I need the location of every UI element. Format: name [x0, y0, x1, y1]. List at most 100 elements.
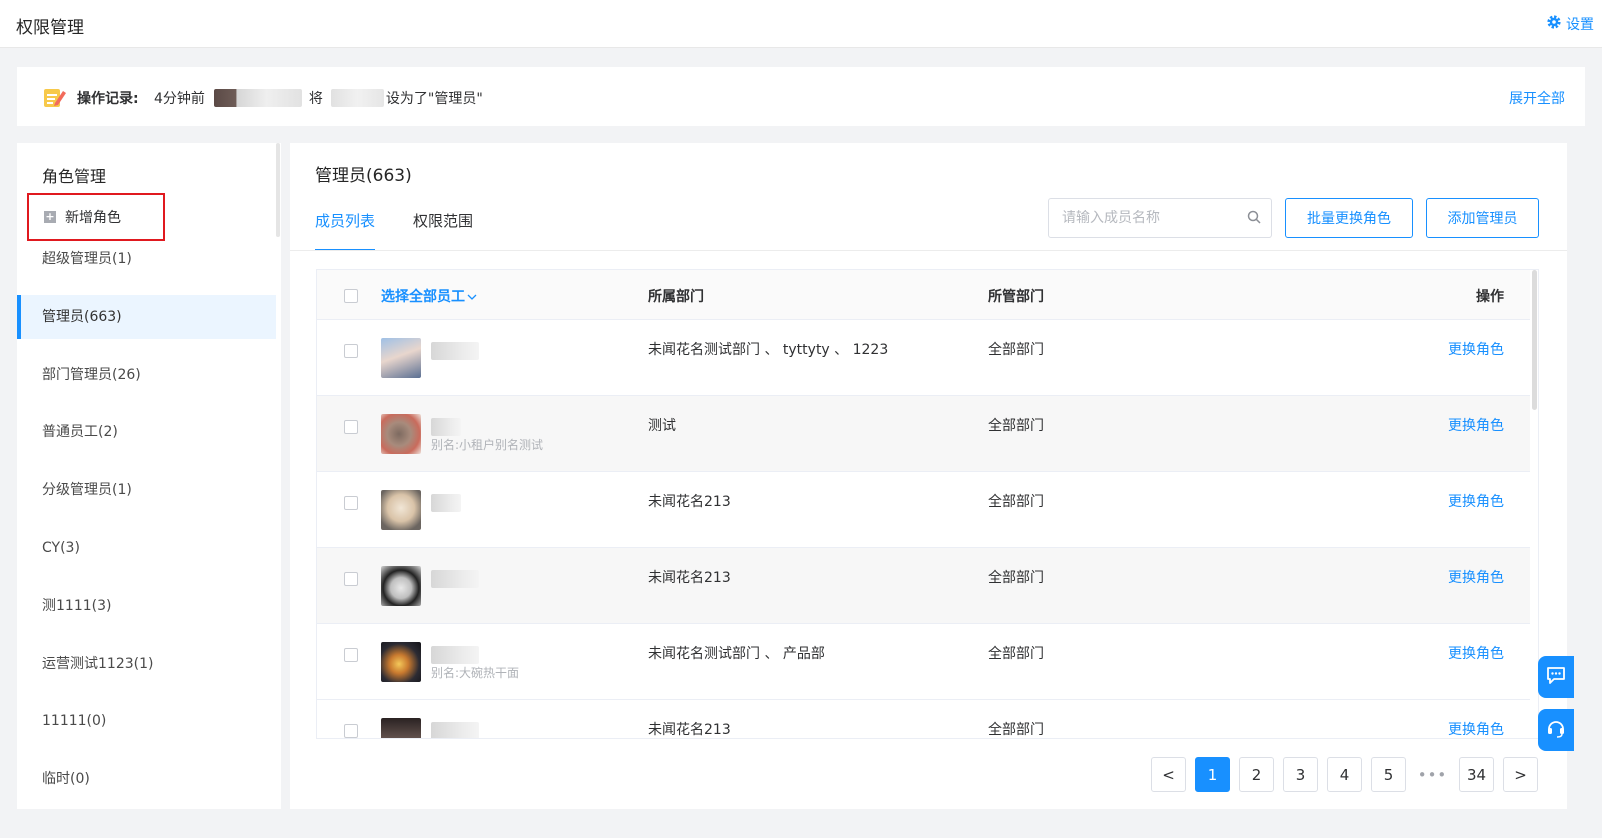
managed-cell: 全部部门: [988, 646, 1044, 662]
member-search: [1048, 198, 1272, 238]
settings-link[interactable]: 设置: [1546, 14, 1594, 34]
page-button[interactable]: 4: [1327, 757, 1362, 792]
member-name-blurred: [431, 418, 461, 436]
role-detail-panel: 管理员(663) 成员列表 权限范围 批量更换角色 添加管理员 选择全部员工 所…: [290, 143, 1567, 809]
avatar: [381, 718, 421, 738]
role-item[interactable]: CY(3): [17, 526, 276, 570]
role-item[interactable]: 11111(0): [17, 699, 276, 743]
page-ellipsis[interactable]: •••: [1415, 766, 1450, 784]
next-page-button[interactable]: >: [1503, 757, 1538, 792]
notepad-pencil-icon: [43, 86, 67, 112]
change-role-link[interactable]: 更换角色: [1448, 491, 1504, 511]
col-header-op: 操作: [1476, 289, 1504, 305]
row-checkbox[interactable]: [344, 496, 358, 510]
role-title: 管理员(663): [315, 166, 412, 186]
top-bar: 权限管理 设置: [0, 0, 1602, 48]
change-role-link[interactable]: 更换角色: [1448, 339, 1504, 359]
member-name-blurred: [431, 570, 479, 588]
page-button[interactable]: 2: [1239, 757, 1274, 792]
row-checkbox[interactable]: [344, 724, 358, 738]
tab-member-list[interactable]: 成员列表: [315, 211, 376, 251]
dept-cell: 测试: [648, 418, 676, 434]
table-scrollbar[interactable]: [1532, 270, 1537, 410]
sidebar-scrollbar[interactable]: [276, 143, 280, 237]
page-button[interactable]: 3: [1283, 757, 1318, 792]
page-button[interactable]: 5: [1371, 757, 1406, 792]
row-checkbox[interactable]: [344, 572, 358, 586]
change-role-link[interactable]: 更换角色: [1448, 415, 1504, 435]
table-row: 未闻花名213 全部部门 更换角色: [317, 472, 1530, 548]
last-page-button[interactable]: 34: [1459, 757, 1494, 792]
plus-square-icon: +: [44, 210, 56, 223]
prev-page-button[interactable]: <: [1151, 757, 1186, 792]
batch-change-role-button[interactable]: 批量更换角色: [1285, 198, 1413, 238]
managed-cell: 全部部门: [988, 570, 1044, 586]
dept-cell: 未闻花名测试部门 、 tyttyty 、 1223: [648, 342, 889, 358]
target-name-blurred: [330, 89, 384, 107]
role-item[interactable]: 临时(0): [17, 757, 276, 801]
role-item[interactable]: 部门管理员(26): [17, 353, 276, 397]
search-icon[interactable]: [1247, 209, 1261, 228]
log-middle: 将: [308, 91, 323, 107]
table-row: 未闻花名测试部门 、 tyttyty 、 1223 全部部门 更换角色: [317, 320, 1530, 396]
avatar: [381, 338, 421, 378]
role-item-active[interactable]: 管理员(663): [17, 294, 276, 339]
gear-icon: [1546, 14, 1562, 34]
member-search-input[interactable]: [1062, 210, 1247, 226]
headset-icon: [1545, 717, 1567, 743]
avatar: [381, 566, 421, 606]
tab-permission-scope[interactable]: 权限范围: [413, 211, 473, 251]
table-row: 未闻花名213 全部部门 更换角色: [317, 700, 1530, 738]
chat-float-button[interactable]: [1538, 656, 1574, 698]
role-list: 超级管理员(1) 管理员(663) 部门管理员(26) 普通员工(2) 分级管理…: [17, 237, 276, 809]
role-item[interactable]: 测1111(3): [17, 584, 276, 628]
row-checkbox[interactable]: [344, 648, 358, 662]
add-role-label: 新增角色: [65, 210, 121, 226]
role-item[interactable]: 普通员工(2): [17, 410, 276, 454]
managed-cell: 全部部门: [988, 494, 1044, 510]
chevron-down-icon: [467, 294, 477, 300]
table-header: 选择全部员工 所属部门 所管部门 操作: [317, 270, 1530, 320]
page-title: 权限管理: [16, 18, 84, 38]
change-role-link[interactable]: 更换角色: [1448, 643, 1504, 663]
row-checkbox[interactable]: [344, 344, 358, 358]
page-button-current[interactable]: 1: [1195, 757, 1230, 792]
role-item[interactable]: 分级管理员(1): [17, 468, 276, 512]
expand-all-link[interactable]: 展开全部: [1509, 88, 1565, 108]
dept-cell: 未闻花名213: [648, 722, 731, 738]
sidebar-heading: 角色管理: [42, 167, 107, 186]
member-name-blurred: [431, 342, 479, 360]
avatar: [381, 642, 421, 682]
table-row: 别名:小租户别名测试 测试 全部部门 更换角色: [317, 396, 1530, 472]
dept-cell: 未闻花名测试部门 、 产品部: [648, 646, 825, 662]
table-row: 未闻花名213 全部部门 更换角色: [317, 548, 1530, 624]
select-all-employees[interactable]: 选择全部员工: [381, 286, 477, 306]
add-role-button[interactable]: + 新增角色: [27, 193, 165, 241]
operator-name-blurred: [213, 89, 302, 107]
member-table: 选择全部员工 所属部门 所管部门 操作 未闻花名测试部门 、 tyttyty 、…: [316, 269, 1539, 739]
member-name-blurred: [431, 646, 479, 664]
role-item[interactable]: 超级管理员(1): [17, 237, 276, 281]
managed-cell: 全部部门: [988, 418, 1044, 434]
row-checkbox[interactable]: [344, 420, 358, 434]
change-role-link[interactable]: 更换角色: [1448, 719, 1504, 738]
support-float-button[interactable]: [1538, 709, 1574, 751]
col-header-dept: 所属部门: [648, 289, 704, 305]
tab-divider: [290, 250, 1567, 251]
change-role-link[interactable]: 更换角色: [1448, 567, 1504, 587]
log-time: 4分钟前: [154, 91, 205, 107]
managed-cell: 全部部门: [988, 342, 1044, 358]
select-all-checkbox[interactable]: [344, 289, 358, 303]
member-name-blurred: [431, 494, 461, 512]
role-item[interactable]: 运营测试1123(1): [17, 642, 276, 686]
col-header-managed: 所管部门: [988, 289, 1044, 305]
role-sidebar: 角色管理 + 新增角色 超级管理员(1) 管理员(663) 部门管理员(26) …: [17, 143, 281, 809]
tab-bar: 成员列表 权限范围: [315, 211, 473, 251]
settings-label: 设置: [1566, 17, 1594, 33]
member-name-blurred: [431, 722, 479, 738]
member-alias: 别名:大碗热干面: [431, 666, 520, 680]
add-admin-button[interactable]: 添加管理员: [1426, 198, 1539, 238]
table-row: 别名:大碗热干面 未闻花名测试部门 、 产品部 全部部门 更换角色: [317, 624, 1530, 700]
dept-cell: 未闻花名213: [648, 494, 731, 510]
log-label: 操作记录:: [77, 91, 139, 107]
